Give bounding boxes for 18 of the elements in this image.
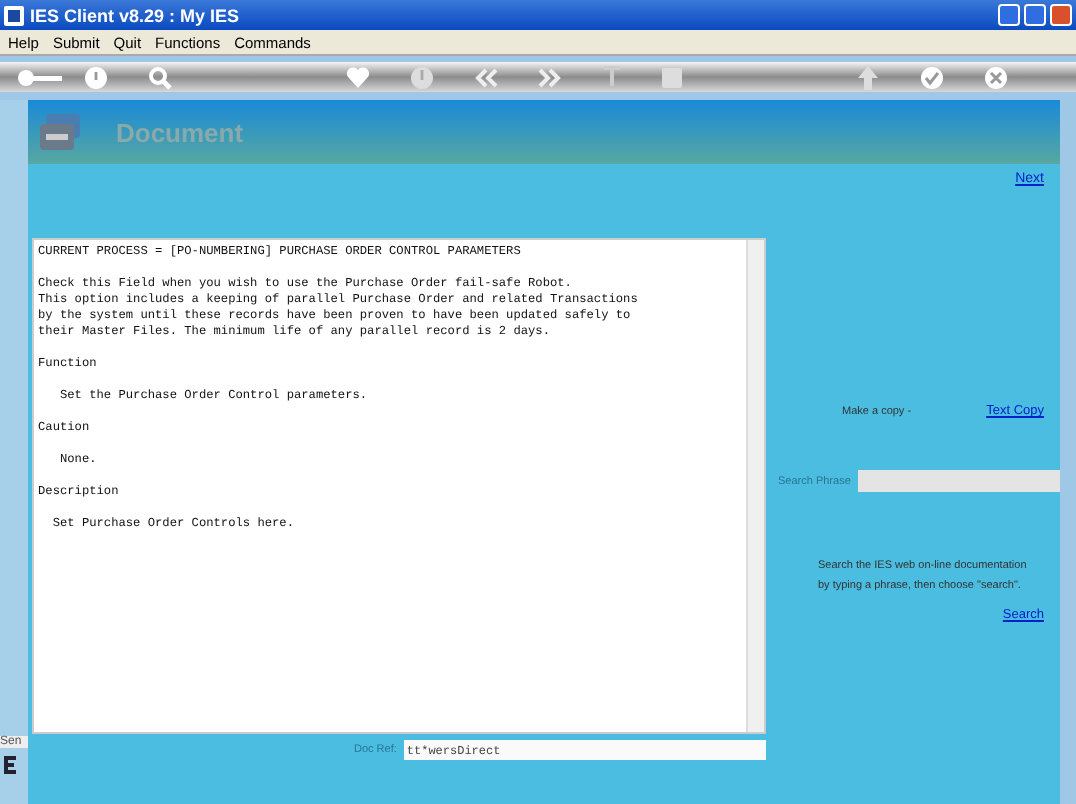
maximize-button[interactable] [1024,4,1046,26]
key-icon[interactable] [16,67,64,87]
app-icon [4,5,24,25]
search-icon[interactable] [148,65,172,89]
window-title: IES Client v8.29 : My IES [30,5,242,25]
double-left-arrow-icon[interactable] [474,67,498,87]
double-right-arrow-icon[interactable] [538,67,562,87]
minimize-button[interactable] [998,4,1020,26]
document-icon [40,114,80,150]
heart-icon[interactable] [346,66,370,88]
close-button[interactable] [1050,4,1072,26]
document-text-area[interactable] [32,238,766,734]
check-icon[interactable] [920,65,944,89]
close-icon[interactable] [984,65,1008,89]
t-shape-icon[interactable] [602,66,622,88]
e-icon [4,756,16,774]
scrollbar[interactable] [746,240,764,732]
header-title: Document [116,117,244,147]
